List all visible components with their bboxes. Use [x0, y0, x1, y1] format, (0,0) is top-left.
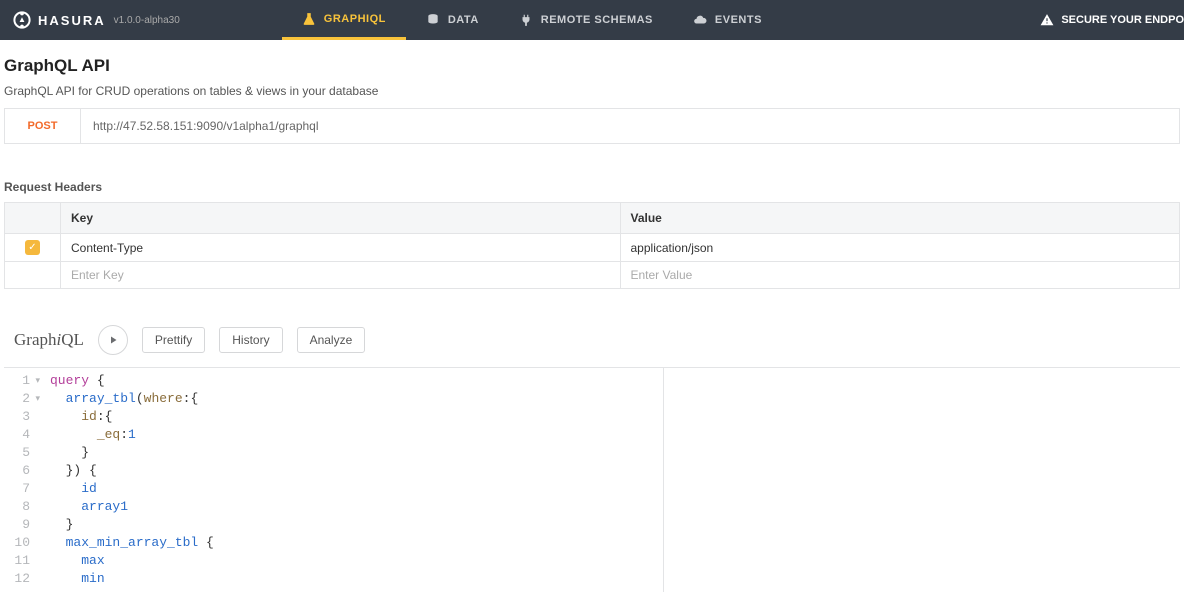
- code-line: }: [50, 516, 214, 534]
- analyze-button[interactable]: Analyze: [297, 327, 366, 353]
- code-line: _eq:1: [50, 426, 214, 444]
- nav-remote-schemas[interactable]: REMOTE SCHEMAS: [499, 0, 673, 40]
- header-value-input[interactable]: [631, 268, 1170, 282]
- code-line: array_tbl(where:{: [50, 390, 214, 408]
- code-area[interactable]: query { array_tbl(where:{ id:{ _eq:1 } }…: [36, 368, 214, 592]
- page-title: GraphQL API: [4, 56, 1180, 76]
- history-button[interactable]: History: [219, 327, 282, 353]
- brand-version: v1.0.0-alpha30: [114, 15, 180, 26]
- code-line: array1: [50, 498, 214, 516]
- nav-label: REMOTE SCHEMAS: [541, 14, 653, 26]
- line-number: 6: [4, 462, 30, 480]
- code-line: id: [50, 480, 214, 498]
- nav-items: GRAPHIQL DATA REMOTE SCHEMAS EVENTS: [282, 0, 782, 40]
- execute-button[interactable]: [98, 325, 128, 355]
- line-number: 11: [4, 552, 30, 570]
- line-number: 2: [4, 390, 30, 408]
- header-checkbox[interactable]: ✓: [25, 240, 40, 255]
- code-line: id:{: [50, 408, 214, 426]
- header-key-input[interactable]: [71, 268, 610, 282]
- header-value-input[interactable]: [631, 241, 1170, 255]
- line-gutter: 123456789101112: [4, 368, 36, 592]
- flask-icon: [302, 12, 316, 26]
- table-row-new: [5, 262, 1180, 289]
- endpoint-row: POST: [4, 108, 1180, 144]
- query-editor[interactable]: 123456789101112 query { array_tbl(where:…: [4, 368, 664, 592]
- brand[interactable]: HASURA v1.0.0-alpha30: [0, 10, 192, 30]
- results-pane: [664, 368, 1180, 592]
- line-number: 4: [4, 426, 30, 444]
- line-number: 10: [4, 534, 30, 552]
- code-line: }) {: [50, 462, 214, 480]
- line-number: 1: [4, 372, 30, 390]
- secure-endpoint-link[interactable]: SECURE YOUR ENDPO: [1028, 13, 1184, 27]
- cloud-icon: [693, 13, 707, 27]
- request-headers-table: Key Value ✓: [4, 202, 1180, 289]
- http-method: POST: [5, 109, 81, 143]
- code-line: query {: [50, 372, 214, 390]
- plug-icon: [519, 13, 533, 27]
- line-number: 5: [4, 444, 30, 462]
- nav-label: DATA: [448, 14, 479, 26]
- brand-name: HASURA: [38, 13, 106, 28]
- nav-events[interactable]: EVENTS: [673, 0, 782, 40]
- nav-graphiql[interactable]: GRAPHIQL: [282, 0, 406, 40]
- warning-icon: [1040, 13, 1054, 27]
- table-row: ✓: [5, 234, 1180, 262]
- code-line: min: [50, 570, 214, 588]
- code-line: max_min_array_tbl {: [50, 534, 214, 552]
- line-number: 12: [4, 570, 30, 588]
- prettify-button[interactable]: Prettify: [142, 327, 205, 353]
- stack-icon: [426, 13, 440, 27]
- header-col-value: Value: [620, 203, 1180, 234]
- code-line: }: [50, 444, 214, 462]
- page-subtitle: GraphQL API for CRUD operations on table…: [4, 84, 1180, 98]
- nav-label: EVENTS: [715, 14, 762, 26]
- code-line: max: [50, 552, 214, 570]
- graphiql-toolbar: GraphiQL Prettify History Analyze: [4, 309, 1180, 368]
- secure-label: SECURE YOUR ENDPO: [1061, 14, 1184, 26]
- header-key-input[interactable]: [71, 241, 610, 255]
- hasura-logo-icon: [12, 10, 32, 30]
- line-number: 8: [4, 498, 30, 516]
- nav-data[interactable]: DATA: [406, 0, 499, 40]
- play-icon: [107, 334, 119, 346]
- top-nav: HASURA v1.0.0-alpha30 GRAPHIQL DATA REMOTE…: [0, 0, 1184, 40]
- endpoint-url-input[interactable]: [81, 109, 1179, 143]
- request-headers-title: Request Headers: [4, 180, 1180, 194]
- line-number: 9: [4, 516, 30, 534]
- line-number: 7: [4, 480, 30, 498]
- header-col-checkbox: [5, 203, 61, 234]
- graphiql-title: GraphiQL: [14, 330, 84, 350]
- header-col-key: Key: [61, 203, 621, 234]
- nav-label: GRAPHIQL: [324, 13, 386, 25]
- line-number: 3: [4, 408, 30, 426]
- graphiql-body: 123456789101112 query { array_tbl(where:…: [4, 368, 1180, 592]
